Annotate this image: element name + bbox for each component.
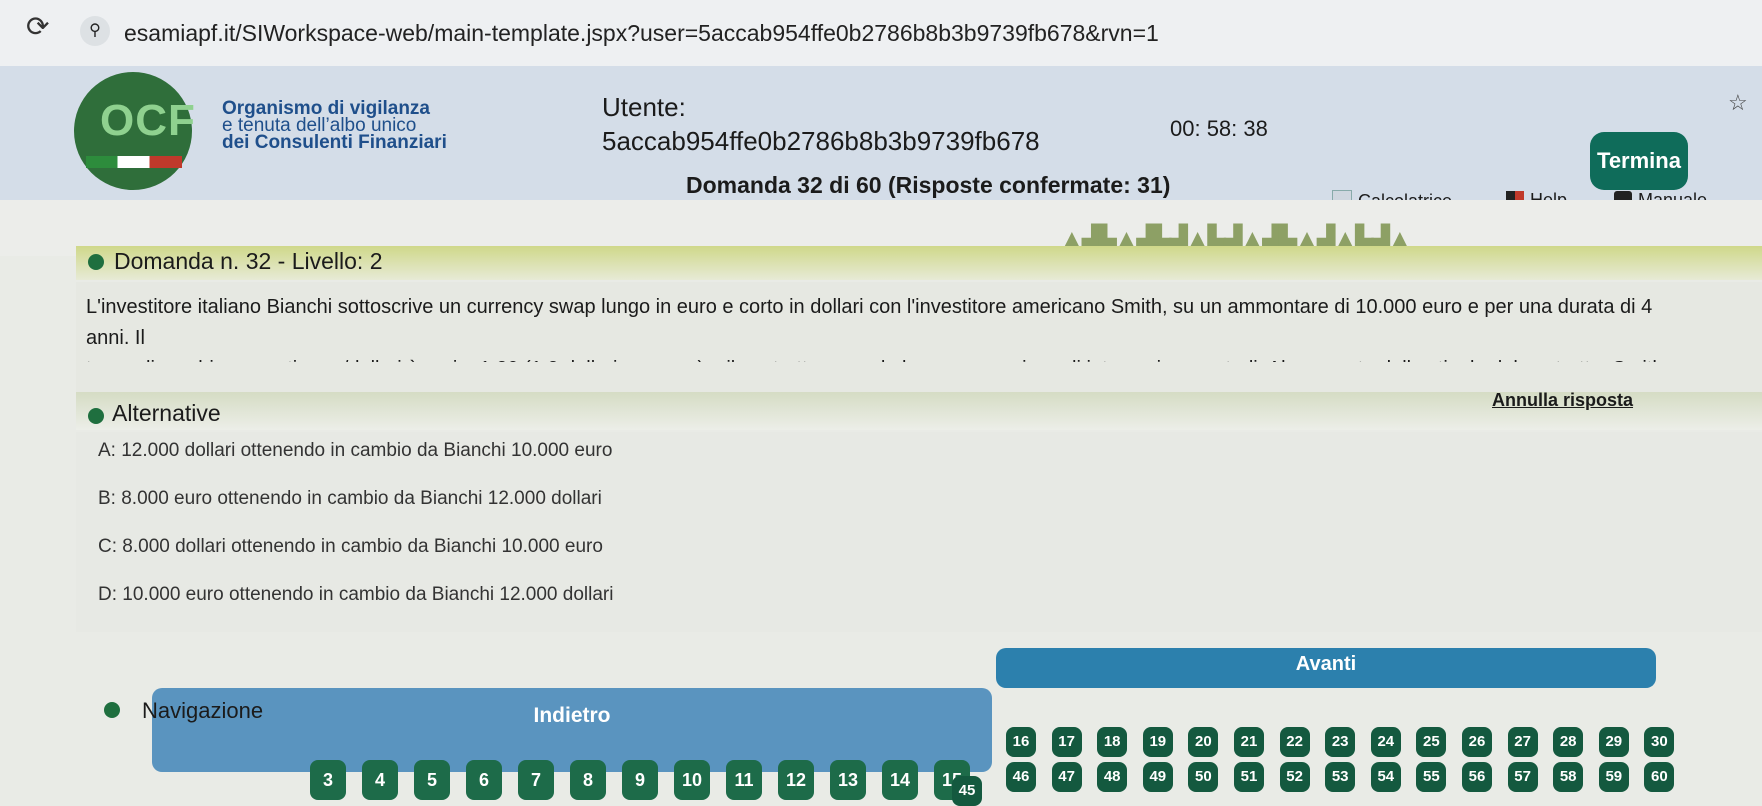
option-a[interactable]: A: 12.000 dollari ottenendo in cambio da…	[98, 440, 612, 462]
reload-icon[interactable]: ⟳	[26, 10, 49, 43]
org-line-3: dei Consulenti Finanziari	[222, 132, 447, 153]
question-number-button[interactable]: 18	[1097, 727, 1128, 757]
organization-name: Organismo di vigilanza e tenuta dell’alb…	[222, 99, 447, 153]
question-number-button[interactable]: 47	[1051, 762, 1082, 792]
question-number-button[interactable]: 28	[1553, 727, 1584, 757]
option-b[interactable]: B: 8.000 euro ottenendo in cambio da Bia…	[98, 488, 602, 510]
navigation-bullet-icon	[104, 702, 120, 718]
option-d[interactable]: D: 10.000 euro ottenendo in cambio da Bi…	[98, 584, 613, 606]
question-number-button[interactable]: 50	[1188, 762, 1219, 792]
question-number-button[interactable]: 58	[1553, 762, 1584, 792]
question-number-button[interactable]: 52	[1279, 762, 1310, 792]
question-number-button[interactable]: 24	[1370, 727, 1401, 757]
question-title: Domanda n. 32 - Livello: 2	[114, 248, 383, 274]
question-number-button[interactable]: 13	[830, 760, 866, 800]
browser-toolbar: ⟳ ⚲ esamiapf.it/SIWorkspace-web/main-tem…	[0, 0, 1762, 67]
question-number-button[interactable]: 16	[1006, 727, 1036, 757]
question-counter: Domanda 32 di 60 (Risposte confermate: 3…	[686, 172, 1171, 198]
question-number-button[interactable]: 23	[1325, 727, 1356, 757]
question-number-button[interactable]: 4	[362, 760, 398, 800]
question-number-button[interactable]: 22	[1279, 727, 1310, 757]
question-number-button[interactable]: 29	[1598, 727, 1629, 757]
question-number-button[interactable]: 20	[1188, 727, 1219, 757]
question-number-button[interactable]: 46	[1006, 762, 1036, 792]
question-number-button[interactable]: 10	[674, 760, 710, 800]
question-number-button[interactable]: 54	[1370, 762, 1401, 792]
alternatives-bullet-icon	[88, 408, 104, 424]
countdown-timer: 00: 58: 38	[1170, 116, 1268, 141]
question-bullet-icon	[88, 254, 104, 270]
logo-text: OCF	[100, 96, 196, 145]
question-number-button[interactable]: 49	[1142, 762, 1173, 792]
termina-button[interactable]: Termina	[1590, 132, 1688, 190]
question-number-button[interactable]: 27	[1507, 727, 1538, 757]
site-info-icon[interactable]: ⚲	[80, 16, 110, 46]
question-number-button[interactable]: 21	[1234, 727, 1264, 757]
question-number-button[interactable]: 19	[1142, 727, 1173, 757]
navigation-title: Navigazione	[142, 698, 264, 723]
question-number-button[interactable]: 17	[1051, 727, 1082, 757]
question-number-button[interactable]: 25	[1416, 727, 1447, 757]
option-c[interactable]: C: 8.000 dollari ottenendo in cambio da …	[98, 536, 603, 558]
question-number-button[interactable]: 57	[1507, 762, 1538, 792]
question-number-button[interactable]: 59	[1598, 762, 1629, 792]
address-bar[interactable]: esamiapf.it/SIWorkspace-web/main-templat…	[124, 20, 1159, 47]
indietro-button[interactable]: Indietro	[152, 688, 992, 772]
question-text: L'investitore italiano Bianchi sottoscri…	[86, 296, 1663, 362]
utente-id: 5accab954ffe0b2786b8b3b9739fb678	[602, 126, 1040, 156]
question-number-button[interactable]: 56	[1462, 762, 1492, 792]
question-number-button[interactable]: 53	[1325, 762, 1356, 792]
question-number-button[interactable]: 6	[466, 760, 502, 800]
annulla-risposta-link[interactable]: Annulla risposta	[1492, 390, 1633, 411]
question-number-button[interactable]: 55	[1416, 762, 1447, 792]
question-number-button[interactable]: 9	[622, 760, 658, 800]
alternatives-title: Alternative	[112, 400, 221, 426]
question-number-button[interactable]: 8	[570, 760, 606, 800]
question-number-button[interactable]: 7	[518, 760, 554, 800]
question-number-button[interactable]: 3	[310, 760, 346, 800]
question-number-button[interactable]: 48	[1097, 762, 1128, 792]
question-number-button[interactable]: 14	[882, 760, 918, 800]
question-number-button[interactable]: 60	[1644, 762, 1675, 792]
question-number-button[interactable]: 11	[726, 760, 762, 800]
question-number-button[interactable]: 51	[1234, 762, 1264, 792]
avanti-button[interactable]: Avanti	[996, 648, 1656, 688]
question-number-button[interactable]: 30	[1644, 727, 1675, 757]
utente-label: Utente:	[602, 92, 686, 122]
question-number-button[interactable]: 5	[414, 760, 450, 800]
question-number-button[interactable]: 12	[778, 760, 814, 800]
italian-flag-stripe	[86, 156, 182, 168]
question-number-button[interactable]: 45	[952, 776, 982, 806]
bookmark-star-icon[interactable]: ☆	[1728, 90, 1748, 116]
question-number-button[interactable]: 26	[1462, 727, 1492, 757]
